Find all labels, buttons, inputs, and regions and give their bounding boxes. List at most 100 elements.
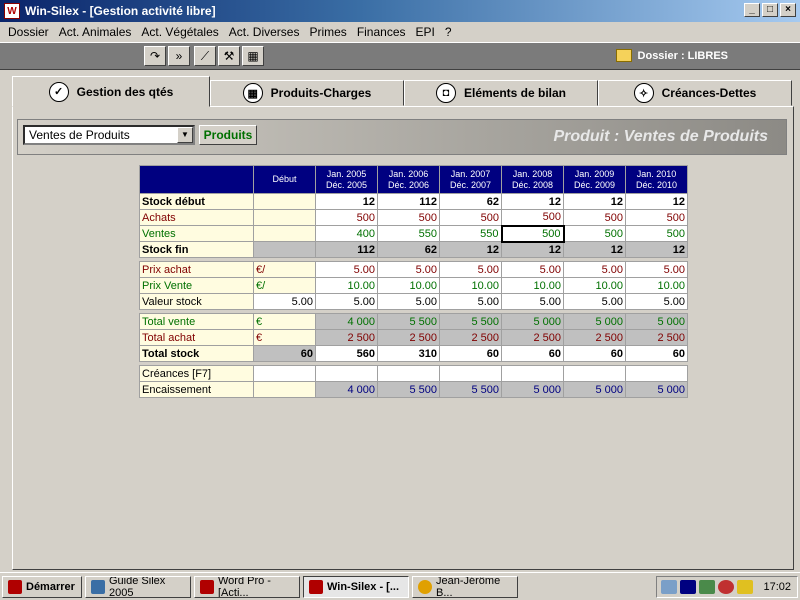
cell[interactable]: 12: [625, 193, 688, 210]
tray-antivirus-icon[interactable]: [718, 580, 734, 594]
dossier-label: Dossier : LIBRES: [637, 49, 728, 62]
tray-network-icon[interactable]: [680, 580, 696, 594]
row-label: Total achat: [139, 329, 254, 346]
cell-debut[interactable]: 5.00: [253, 293, 316, 310]
cell[interactable]: 62: [439, 193, 502, 210]
cell[interactable]: 500: [501, 209, 564, 226]
product-select[interactable]: Ventes de Produits ▼: [23, 125, 195, 145]
cell[interactable]: [315, 365, 378, 382]
cell[interactable]: 5.00: [377, 293, 440, 310]
tab-elements-bilan[interactable]: ◘ Eléments de bilan: [404, 80, 598, 106]
menu-act-diverses[interactable]: Act. Diverses: [225, 25, 306, 39]
task-jean-jerome[interactable]: Jean-Jérôme B...: [412, 575, 518, 598]
start-button[interactable]: Démarrer: [2, 575, 82, 598]
cell: 560: [315, 345, 378, 362]
cell[interactable]: 5.00: [439, 261, 502, 278]
produits-button[interactable]: Produits: [199, 125, 257, 145]
cell[interactable]: 5.00: [315, 293, 378, 310]
tab-creances-dettes[interactable]: ✧ Créances-Dettes: [598, 80, 792, 106]
tab-produits-charges[interactable]: ▦ Produits-Charges: [210, 80, 404, 106]
row-total-vente: Total vente € 4 000 5 500 5 500 5 000 5 …: [139, 313, 688, 330]
tab-gestion-qtes[interactable]: ✓ Gestion des qtés: [12, 76, 210, 107]
cell[interactable]: 5.00: [625, 293, 688, 310]
cell[interactable]: 10.00: [377, 277, 440, 294]
word-pro-icon: [200, 579, 214, 594]
tools-icon[interactable]: ⚒: [218, 46, 240, 66]
cell[interactable]: [439, 365, 502, 382]
menu-act-vegetales[interactable]: Act. Végétales: [137, 25, 224, 39]
cell[interactable]: 12: [563, 193, 626, 210]
cell[interactable]: 500: [439, 209, 502, 226]
row-label: Valeur stock: [139, 293, 254, 310]
cell[interactable]: 10.00: [439, 277, 502, 294]
cell[interactable]: 500: [625, 209, 688, 226]
cell-debut: [253, 225, 316, 242]
cell[interactable]: 10.00: [563, 277, 626, 294]
cell[interactable]: 5.00: [501, 293, 564, 310]
cell[interactable]: 10.00: [501, 277, 564, 294]
task-word-pro[interactable]: Word Pro - [Acti...: [194, 575, 300, 598]
chart-icon[interactable]: ⟋: [194, 46, 216, 66]
cell[interactable]: 500: [563, 225, 626, 242]
calculator-toolbar-icon[interactable]: ▦: [242, 46, 264, 66]
app-icon[interactable]: W: [4, 3, 20, 19]
cell-debut: [253, 193, 316, 210]
tray-printer-icon[interactable]: [661, 580, 677, 594]
row-label: Créances [F7]: [139, 365, 254, 382]
redo-icon[interactable]: ↷: [144, 46, 166, 66]
cell[interactable]: 10.00: [625, 277, 688, 294]
cell: 5 000: [501, 381, 564, 398]
cell[interactable]: 550: [439, 225, 502, 242]
menu-primes[interactable]: Primes: [305, 25, 352, 39]
selected-cell[interactable]: 500: [500, 224, 565, 243]
win-silex-icon: [309, 579, 323, 594]
product-title: Produit : Ventes de Produits: [553, 128, 768, 145]
menu-act-animales[interactable]: Act. Animales: [55, 25, 138, 39]
menu-epi[interactable]: EPI: [412, 25, 441, 39]
row-stock-debut: Stock début 12 112 62 12 12 12: [139, 193, 688, 210]
menu-finances[interactable]: Finances: [353, 25, 412, 39]
cell[interactable]: [501, 365, 564, 382]
tray-sync-icon[interactable]: [699, 580, 715, 594]
menu-help[interactable]: ?: [441, 25, 458, 39]
cell[interactable]: [625, 365, 688, 382]
cell[interactable]: 112: [377, 193, 440, 210]
row-label: Encaissement: [139, 381, 254, 398]
cell[interactable]: 12: [315, 193, 378, 210]
cell[interactable]: 5.00: [315, 261, 378, 278]
tray-pencil-icon[interactable]: [737, 580, 753, 594]
minimize-button[interactable]: _: [744, 3, 760, 17]
task-win-silex[interactable]: Win-Silex - [...: [303, 575, 409, 598]
cell[interactable]: 5.00: [625, 261, 688, 278]
cell[interactable]: [377, 365, 440, 382]
cell[interactable]: 500: [315, 209, 378, 226]
cell: 2 500: [377, 329, 440, 346]
chevron-down-icon[interactable]: ▼: [177, 127, 193, 143]
cell[interactable]: 5.00: [563, 261, 626, 278]
cell[interactable]: 10.00: [315, 277, 378, 294]
cell: 2 500: [315, 329, 378, 346]
cell[interactable]: 5.00: [563, 293, 626, 310]
row-label: Achats: [139, 209, 254, 226]
cell[interactable]: 550: [377, 225, 440, 242]
menu-dossier[interactable]: Dossier: [4, 25, 55, 39]
maximize-button[interactable]: □: [762, 3, 778, 17]
cell[interactable]: 500: [625, 225, 688, 242]
tab-label: Eléments de bilan: [463, 86, 567, 100]
cell[interactable]: 12: [501, 193, 564, 210]
cell[interactable]: 500: [563, 209, 626, 226]
tab-label: Créances-Dettes: [661, 86, 757, 100]
row-unit: €: [253, 313, 316, 330]
cell[interactable]: 400: [315, 225, 378, 242]
task-guide-silex[interactable]: Guide Silex 2005: [85, 575, 191, 598]
cell[interactable]: 500: [377, 209, 440, 226]
cell[interactable]: 5.00: [377, 261, 440, 278]
cell[interactable]: 5.00: [439, 293, 502, 310]
cell: 12: [563, 241, 626, 258]
cell[interactable]: 5.00: [501, 261, 564, 278]
fast-forward-icon[interactable]: »: [168, 46, 190, 66]
cell-debut[interactable]: [253, 365, 316, 382]
close-button[interactable]: ×: [780, 3, 796, 17]
cell: 5 000: [563, 313, 626, 330]
cell[interactable]: [563, 365, 626, 382]
